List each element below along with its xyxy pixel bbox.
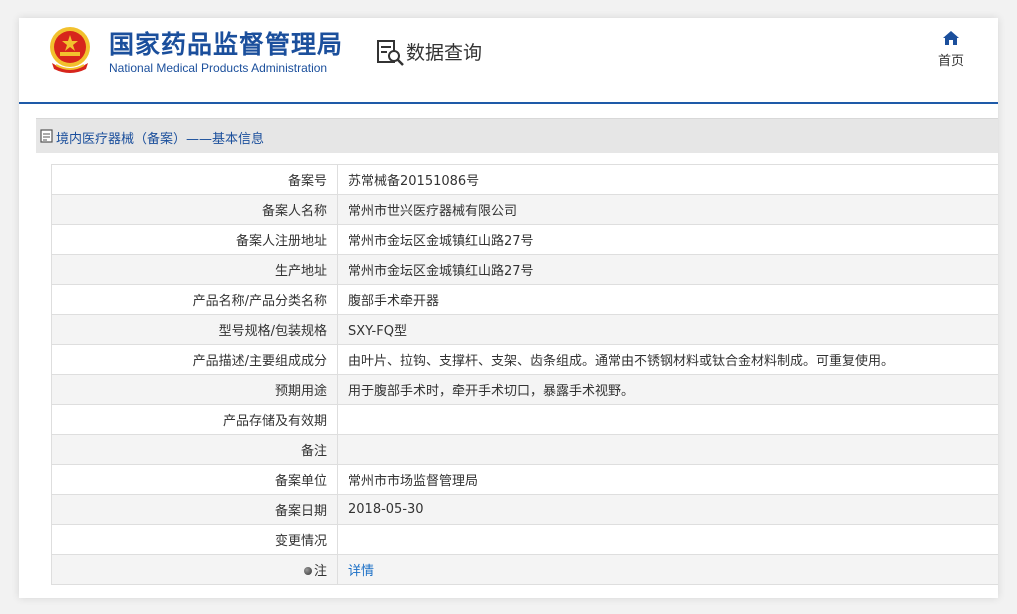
- field-label: 产品名称/产品分类名称: [51, 284, 338, 315]
- section-title: 境内医疗器械（备案）——基本信息: [56, 132, 265, 147]
- table-row: 备案日期 2018-05-30: [51, 494, 998, 525]
- field-label: 备案人名称: [51, 194, 338, 225]
- field-label: 产品描述/主要组成成分: [51, 344, 338, 375]
- document-icon: [40, 129, 53, 143]
- field-value: [337, 404, 998, 435]
- table-row: 备注: [51, 434, 998, 465]
- field-value: 苏常械备20151086号: [337, 164, 998, 195]
- field-label: 备案人注册地址: [51, 224, 338, 255]
- detail-link[interactable]: 详情: [348, 564, 374, 579]
- field-value: [337, 524, 998, 555]
- home-button[interactable]: 首页: [929, 30, 973, 76]
- table-row: 产品存储及有效期: [51, 404, 998, 435]
- field-label: 生产地址: [51, 254, 338, 285]
- table-row: 生产地址 常州市金坛区金城镇红山路27号: [51, 254, 998, 285]
- field-value: 常州市世兴医疗器械有限公司: [337, 194, 998, 225]
- table-row: 产品描述/主要组成成分 由叶片、拉钩、支撑杆、支架、齿条组成。通常由不锈钢材料或钛…: [51, 344, 998, 375]
- field-label: 预期用途: [51, 374, 338, 405]
- table-row: 备案人名称 常州市世兴医疗器械有限公司: [51, 194, 998, 225]
- field-value: SXY-FQ型: [337, 314, 998, 345]
- field-label: 产品存储及有效期: [51, 404, 338, 435]
- field-value: 常州市市场监督管理局: [337, 464, 998, 495]
- field-label: 备案日期: [51, 494, 338, 525]
- note-value-cell: 详情: [337, 554, 998, 585]
- national-emblem-icon: [50, 27, 90, 73]
- page: 国家药品监督管理局 National Medical Products Admi…: [19, 18, 998, 598]
- field-value: 腹部手术牵开器: [337, 284, 998, 315]
- table-row: 产品名称/产品分类名称 腹部手术牵开器: [51, 284, 998, 315]
- table-row: 备案单位 常州市市场监督管理局: [51, 464, 998, 495]
- field-label: 备案号: [51, 164, 338, 195]
- table-row-note: 注 详情: [51, 554, 998, 585]
- field-value: 用于腹部手术时，牵开手术切口，暴露手术视野。: [337, 374, 998, 405]
- table-row: 备案人注册地址 常州市金坛区金城镇红山路27号: [51, 224, 998, 255]
- field-label: 变更情况: [51, 524, 338, 555]
- table-row: 预期用途 用于腹部手术时，牵开手术切口，暴露手术视野。: [51, 374, 998, 405]
- org-name-en: National Medical Products Administration: [109, 61, 328, 75]
- note-bullet-icon: [303, 567, 312, 575]
- field-value: [337, 434, 998, 465]
- info-table: 备案号 苏常械备20151086号 备案人名称 常州市世兴医疗器械有限公司 备案人注…: [51, 164, 998, 585]
- table-row: 型号规格/包装规格 SXY-FQ型: [51, 314, 998, 345]
- table-row: 变更情况: [51, 524, 998, 555]
- org-name-cn: 国家药品监督管理局: [109, 30, 344, 59]
- data-query-icon: [377, 40, 404, 66]
- home-label: 首页: [937, 54, 964, 69]
- field-value: 由叶片、拉钩、支撑杆、支架、齿条组成。通常由不锈钢材料或钛合金材料制成。可重复使…: [337, 344, 998, 375]
- note-label-cell: 注: [51, 554, 338, 585]
- field-value: 2018-05-30: [337, 494, 998, 525]
- site-header: 国家药品监督管理局 National Medical Products Admi…: [19, 18, 998, 102]
- field-value: 常州市金坛区金城镇红山路27号: [337, 224, 998, 255]
- note-label: 注: [313, 564, 327, 579]
- field-label: 备注: [51, 434, 338, 465]
- header-divider: [19, 102, 998, 104]
- table-row: 备案号 苏常械备20151086号: [51, 164, 998, 195]
- field-label: 型号规格/包装规格: [51, 314, 338, 345]
- home-icon: [943, 31, 959, 45]
- field-value: 常州市金坛区金城镇红山路27号: [337, 254, 998, 285]
- field-label: 备案单位: [51, 464, 338, 495]
- section-header: 境内医疗器械（备案）——基本信息: [36, 118, 998, 153]
- data-query-title: 数据查询: [406, 42, 483, 64]
